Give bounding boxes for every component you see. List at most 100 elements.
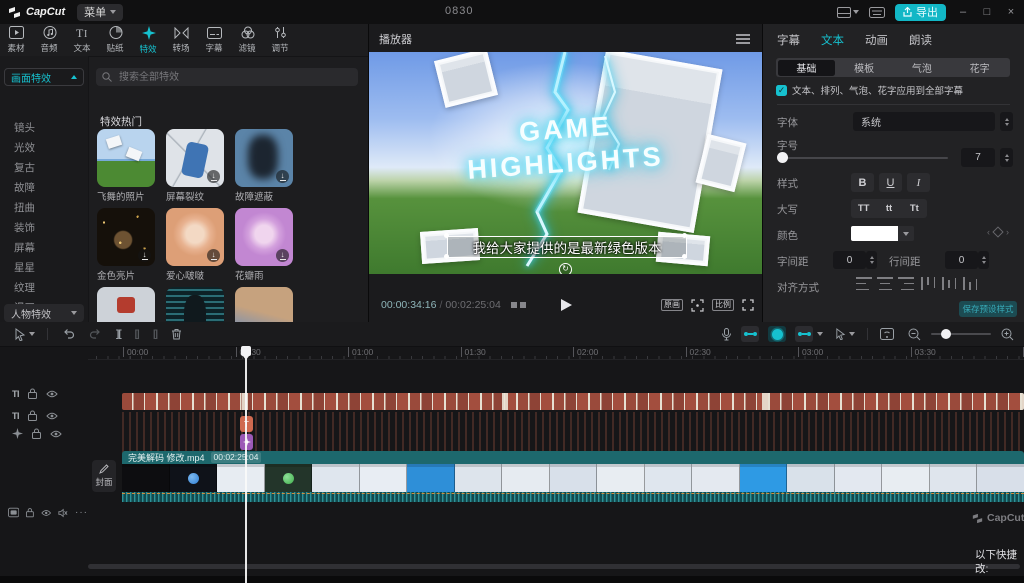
align-center-icon[interactable] [877, 277, 893, 290]
character-effects-selector[interactable]: 人物特效 [4, 304, 84, 322]
timeline-ruler[interactable]: 00:00 00:30 01:00 01:30 02:00 02:30 03:0… [88, 346, 1024, 360]
titlecase-button[interactable]: Tt [902, 199, 927, 218]
timeline-zoom-slider[interactable] [931, 333, 991, 335]
minimize-button[interactable]: – [956, 6, 970, 18]
zoom-out-icon[interactable] [908, 328, 921, 341]
export-button[interactable]: 导出 [895, 4, 946, 21]
tab-adjust[interactable]: 调节 [264, 26, 297, 54]
trim-left-button[interactable]: [| [135, 329, 139, 340]
effect-thumb-screen-crack[interactable]: ↓ [166, 129, 224, 187]
valign-bottom-icon[interactable] [963, 277, 977, 290]
lock-icon[interactable] [32, 428, 41, 439]
selection-mode-button[interactable] [835, 328, 855, 340]
subtitle-selection-box[interactable]: 我给大家提供的是最新绿色版本 [447, 236, 687, 258]
tab-audio[interactable]: 音频 [33, 26, 66, 54]
letter-spacing-stepper[interactable] [866, 251, 877, 269]
valign-middle-icon[interactable] [942, 277, 956, 290]
lock-icon[interactable] [28, 388, 37, 399]
frame-tile-icon[interactable] [511, 302, 517, 308]
ratio-badge[interactable]: 比例 [712, 299, 734, 311]
tab-text[interactable]: TI 文本 [66, 26, 99, 54]
letter-spacing-value[interactable]: 0 [833, 251, 866, 269]
mute-speaker-icon[interactable] [58, 508, 68, 518]
search-input[interactable] [117, 71, 352, 84]
video-preview[interactable]: GAME HIGHLIGHTS 我给大家提供的是最新绿色版本 ↻ [369, 52, 762, 274]
select-tool-button[interactable] [14, 328, 35, 341]
chevron-down-icon[interactable] [817, 332, 823, 336]
snap-toggle[interactable] [741, 326, 759, 342]
cover-button[interactable]: 封面 [92, 460, 116, 492]
italic-button[interactable]: I [907, 173, 930, 192]
preview-axis-toggle[interactable] [795, 326, 813, 342]
tab-captions[interactable]: 字幕 [198, 27, 231, 54]
category-retro[interactable]: 复古 [14, 160, 35, 175]
screen-effects-selector[interactable]: 画面特效 [4, 68, 84, 86]
line-spacing-value[interactable]: 0 [945, 251, 978, 269]
eye-icon[interactable] [46, 390, 58, 398]
tab-subtitle[interactable]: 字幕 [777, 32, 800, 48]
lock-icon[interactable] [28, 410, 37, 421]
align-left-icon[interactable] [856, 277, 872, 290]
lowercase-button[interactable]: tt [876, 199, 901, 218]
category-lens[interactable]: 镜头 [14, 120, 35, 135]
line-spacing-stepper[interactable] [978, 251, 989, 269]
subtab-template[interactable]: 模板 [835, 60, 893, 76]
eye-icon[interactable] [46, 412, 58, 420]
category-screen[interactable]: 屏幕 [14, 240, 35, 255]
valign-top-icon[interactable] [921, 277, 935, 290]
prev-keyframe-icon[interactable]: ‹ [987, 227, 990, 237]
player-menu-icon[interactable] [736, 34, 750, 46]
eye-icon[interactable] [50, 430, 62, 438]
close-button[interactable]: × [1004, 6, 1018, 18]
split-button[interactable]: ][ [116, 329, 121, 340]
eye-icon[interactable] [41, 509, 51, 517]
record-voiceover-icon[interactable] [721, 328, 732, 341]
size-slider-knob[interactable] [777, 152, 788, 163]
effect-thumb-gold-glitter[interactable]: ↓ [97, 208, 155, 266]
undo-button[interactable] [62, 328, 75, 340]
tab-reading[interactable]: 朗读 [909, 32, 932, 48]
color-dropdown[interactable] [898, 226, 914, 241]
quality-badge[interactable]: 原画 [661, 299, 683, 311]
tab-transitions[interactable]: 转场 [165, 27, 198, 54]
category-distort[interactable]: 扭曲 [14, 200, 35, 215]
layout-switch-button[interactable] [837, 7, 859, 18]
effect-thumb-heart-pop[interactable]: ↓ [166, 208, 224, 266]
uppercase-button[interactable]: TT [851, 199, 876, 218]
next-keyframe-icon[interactable]: › [1006, 227, 1009, 237]
playhead[interactable] [245, 346, 247, 583]
rotate-handle-icon[interactable]: ↻ [559, 263, 572, 274]
bold-button[interactable]: B [851, 173, 874, 192]
save-preset-button[interactable]: 保存预设样式 [959, 301, 1017, 317]
link-toggle[interactable] [768, 326, 786, 342]
subtab-fancy[interactable]: 花字 [951, 60, 1009, 76]
selection-handle[interactable] [682, 233, 687, 238]
delete-button[interactable] [171, 328, 182, 340]
shortcut-keyboard-icon[interactable] [869, 7, 885, 18]
effect-thumb-glitch-mask[interactable]: ↓ [235, 129, 293, 187]
zoom-slider-knob[interactable] [941, 329, 951, 339]
redo-button[interactable] [89, 328, 102, 340]
maximize-button[interactable]: □ [980, 6, 994, 18]
tab-media[interactable]: 素材 [0, 26, 33, 54]
underline-button[interactable]: U [879, 173, 902, 192]
font-select[interactable]: 系统 [853, 112, 995, 131]
selection-handle[interactable] [444, 233, 449, 238]
trim-right-button[interactable]: |] [153, 329, 157, 340]
size-value[interactable]: 7 [961, 148, 995, 167]
horizontal-scrollbar[interactable] [88, 564, 1020, 569]
category-texture[interactable]: 纹理 [14, 280, 35, 295]
color-swatch[interactable] [851, 226, 898, 241]
subtitle-clips-track[interactable] [122, 393, 1024, 410]
subtab-basic[interactable]: 基础 [778, 60, 836, 76]
effect-thumb-flying-photos[interactable] [97, 129, 155, 187]
category-glitch[interactable]: 故障 [14, 180, 35, 195]
category-light[interactable]: 光效 [14, 140, 35, 155]
tab-text[interactable]: 文本 [821, 32, 844, 48]
tab-filters[interactable]: 滤镜 [231, 26, 264, 54]
selection-handle[interactable] [444, 254, 449, 259]
fullscreen-icon[interactable] [742, 299, 754, 311]
tab-effects[interactable]: 特效 [132, 26, 165, 55]
playhead-handle[interactable] [241, 346, 251, 356]
category-stars[interactable]: 星星 [14, 260, 35, 275]
